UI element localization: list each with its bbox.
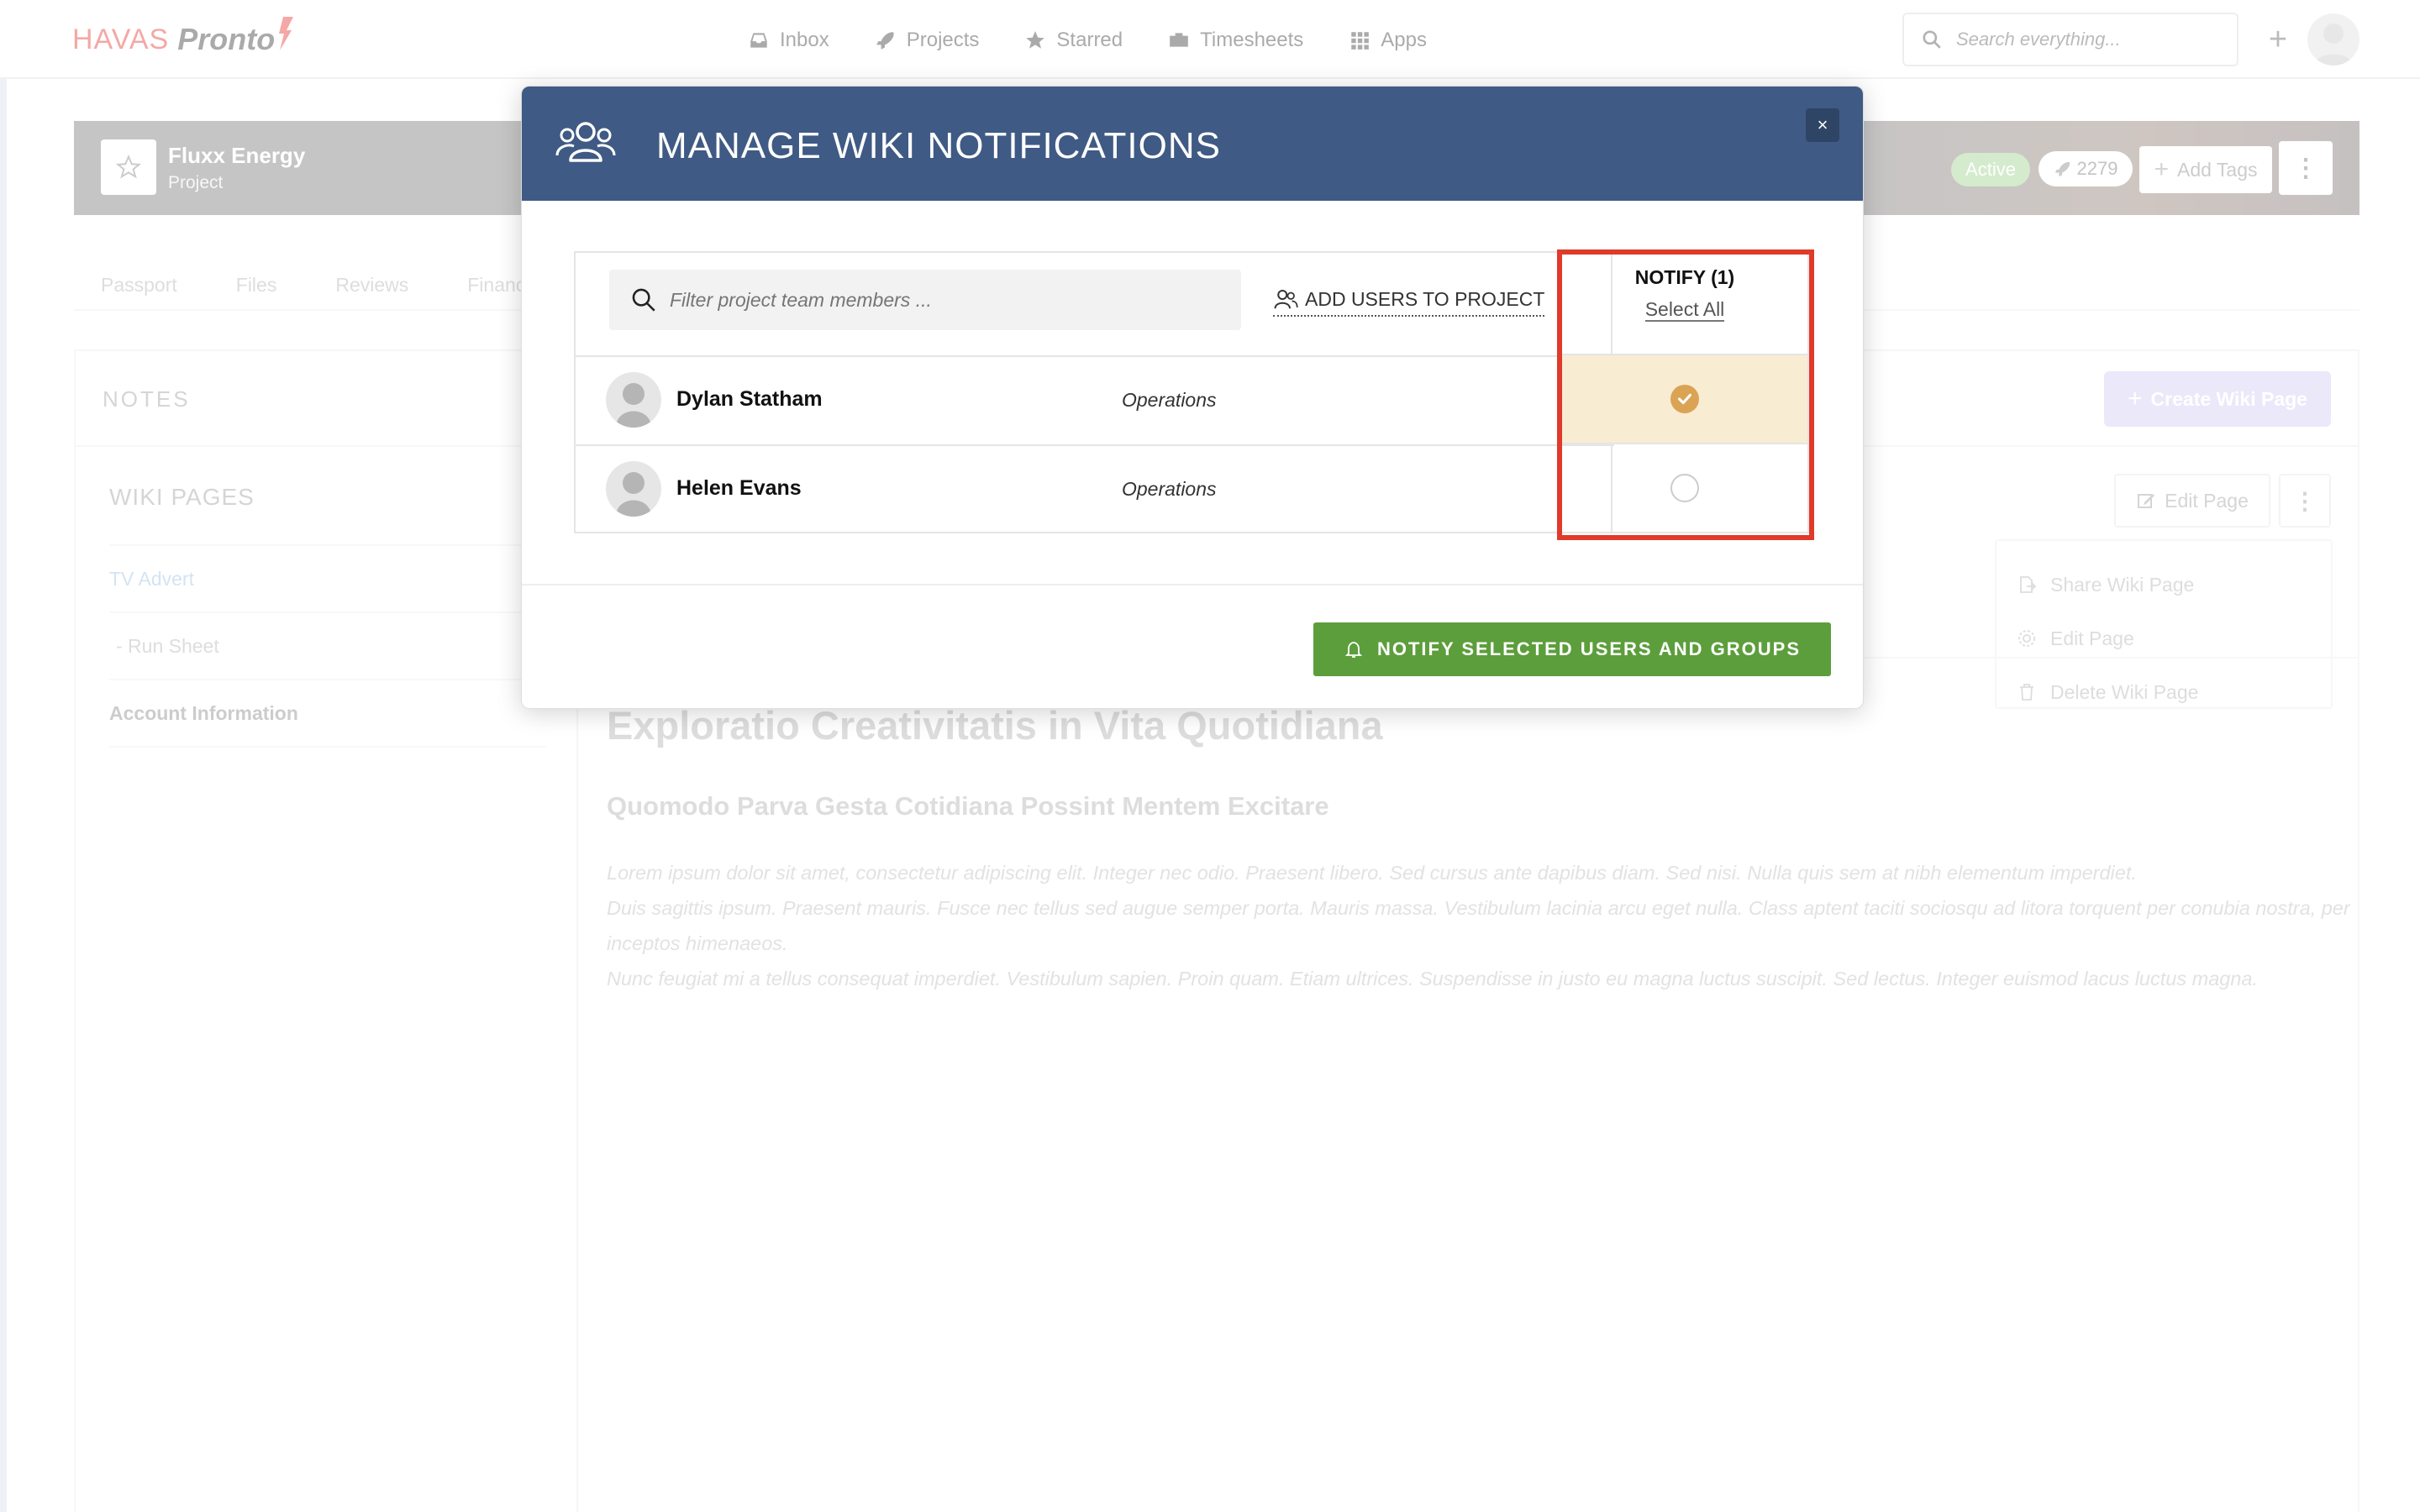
member-department: Operations [1122,389,1217,411]
member-row[interactable]: Dylan Statham Operations [576,357,1614,444]
notify-checkbox-unchecked[interactable] [1670,474,1699,502]
bell-icon [1344,642,1363,658]
notify-checkbox-checked[interactable] [1670,385,1699,413]
notify-cell-helen-evans [1562,444,1807,532]
avatar [606,461,661,517]
select-all-link[interactable]: Select All [1644,298,1725,322]
manage-wiki-notifications-modal: MANAGE WIKI NOTIFICATIONS × ADD USERS TO… [521,86,1864,709]
notify-selected-users-button[interactable]: NOTIFY SELECTED USERS AND GROUPS [1313,622,1831,676]
modal-footer-divider [522,584,1863,585]
add-user-icon [1274,290,1298,309]
add-users-to-project-button[interactable]: ADD USERS TO PROJECT [1273,286,1545,317]
team-members-table: ADD USERS TO PROJECT Dylan Statham Opera… [574,251,1614,533]
notify-column-header: NOTIFY (1) [1634,266,1735,288]
filter-members[interactable] [609,270,1241,330]
avatar-silhouette-icon [616,472,651,517]
avatar [606,372,661,428]
modal-header: MANAGE WIKI NOTIFICATIONS × [522,87,1863,201]
notify-cell-dylan-statham [1562,355,1807,443]
member-department: Operations [1122,478,1217,500]
users-group-icon [555,122,616,162]
avatar-silhouette-icon [616,383,651,428]
select-all-container: Select All [1560,298,1809,322]
add-users-label: ADD USERS TO PROJECT [1305,287,1545,310]
member-name: Dylan Statham [676,387,823,411]
filter-members-input[interactable] [670,288,1224,312]
modal-title: MANAGE WIKI NOTIFICATIONS [656,125,1221,166]
close-icon[interactable]: × [1806,108,1839,142]
member-name: Helen Evans [676,476,802,500]
notify-selected-users-label: NOTIFY SELECTED USERS AND GROUPS [1376,638,1802,659]
member-row[interactable]: Helen Evans Operations [576,446,1614,533]
search-icon [632,288,655,312]
check-icon [1678,393,1691,405]
